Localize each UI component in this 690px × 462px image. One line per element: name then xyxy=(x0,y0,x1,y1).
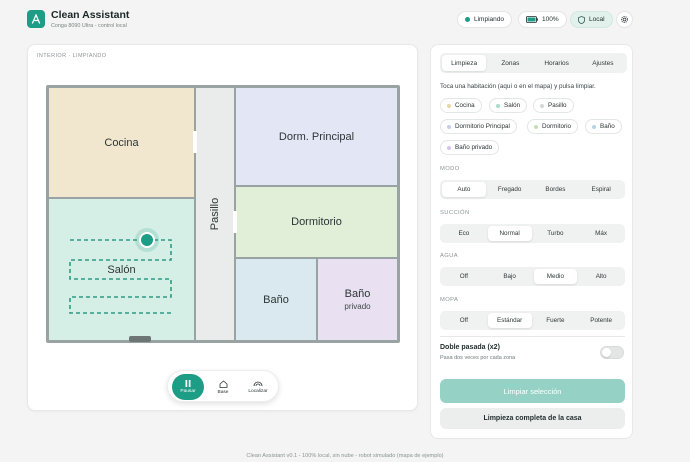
tab-limpieza[interactable]: Limpieza xyxy=(442,55,487,71)
map-card: INTERIOR · LIMPIANDO Cocina Salón Pasill… xyxy=(27,44,418,411)
room-chip-label: Pasillo xyxy=(548,102,567,109)
pause-button[interactable]: Pausar xyxy=(172,374,204,400)
base-label: Base xyxy=(217,389,229,395)
room-color-swatch xyxy=(447,124,451,129)
mopa-estandar[interactable]: Estándar xyxy=(487,313,532,328)
control-panel: Limpieza Zonas Horarios Ajustes Toca una… xyxy=(430,44,633,439)
agua-medio[interactable]: Medio xyxy=(533,269,578,284)
mopa-selector: Off Estándar Fuerte Potente xyxy=(440,311,625,330)
room-chip-label: Baño xyxy=(600,123,615,130)
panel-tabs: Limpieza Zonas Horarios Ajustes xyxy=(440,53,627,73)
room-color-swatch xyxy=(540,103,544,108)
double-pass-subtitle: Pasa dos veces por cada zona xyxy=(440,355,516,361)
modo-espiral[interactable]: Espiral xyxy=(579,182,623,197)
clean-all-button[interactable]: Limpieza completa de la casa xyxy=(440,408,625,429)
dock-icon xyxy=(129,336,151,342)
status-badge: Limpiando xyxy=(457,11,512,28)
modo-auto[interactable]: Auto xyxy=(442,182,486,197)
room-chip-cocina[interactable]: Cocina xyxy=(440,98,482,113)
battery-icon xyxy=(526,16,538,23)
mopa-off[interactable]: Off xyxy=(442,313,486,328)
room-chip-dorm-principal[interactable]: Dormitorio Principal xyxy=(440,119,517,134)
toggle-knob xyxy=(602,348,611,357)
pause-label: Pausar xyxy=(180,389,196,394)
battery-label: 100% xyxy=(542,16,559,23)
mopa-potente[interactable]: Potente xyxy=(579,313,623,328)
succion-normal[interactable]: Normal xyxy=(487,226,532,241)
settings-button[interactable] xyxy=(616,11,633,28)
map-breadcrumb: INTERIOR · LIMPIANDO xyxy=(37,53,107,59)
status-dot-icon xyxy=(465,17,470,22)
room-color-swatch xyxy=(534,124,538,129)
clean-selection-button[interactable]: Limpiar selección xyxy=(440,379,625,403)
mopa-label: MOPA xyxy=(440,297,459,303)
tab-zonas[interactable]: Zonas xyxy=(488,55,532,71)
tab-ajustes[interactable]: Ajustes xyxy=(581,55,625,71)
agua-alto[interactable]: Alto xyxy=(579,269,623,284)
succion-eco[interactable]: Eco xyxy=(442,226,486,241)
room-chip-bano-privado[interactable]: Baño privado xyxy=(440,140,500,155)
room-select-hint: Toca una habitación (aquí o en el mapa) … xyxy=(440,83,596,90)
modo-fregado[interactable]: Fregado xyxy=(488,182,532,197)
footer-text: Clean Assistant v0.1 - 100% local, sin n… xyxy=(246,453,444,459)
room-color-swatch xyxy=(496,103,500,108)
succion-selector: Eco Normal Turbo Máx xyxy=(440,224,625,243)
pause-icon xyxy=(185,380,191,387)
floor-plan: Cocina Salón Pasillo Dorm. Principal Dor… xyxy=(46,85,400,343)
locate-label: Localizar xyxy=(248,389,268,394)
base-button[interactable]: Base xyxy=(207,374,239,400)
battery-badge: 100% xyxy=(518,11,567,28)
home-icon xyxy=(219,379,227,388)
app-logo xyxy=(27,10,45,28)
locate-button[interactable]: Localizar xyxy=(242,374,274,400)
room-chip-pasillo[interactable]: Pasillo xyxy=(533,98,574,113)
signal-icon xyxy=(253,381,263,387)
tab-horarios[interactable]: Horarios xyxy=(535,55,579,71)
room-chip-label: Dormitorio Principal xyxy=(455,123,510,130)
agua-off[interactable]: Off xyxy=(442,269,486,284)
succion-max[interactable]: Máx xyxy=(579,226,623,241)
divider xyxy=(440,336,625,337)
shield-icon xyxy=(578,15,585,24)
local-mode-badge: Local xyxy=(570,11,613,28)
robot-icon xyxy=(135,228,159,252)
mode-label: Local xyxy=(589,16,605,23)
room-chip-label: Dormitorio xyxy=(542,123,572,130)
app-title: Clean Assistant xyxy=(51,9,130,21)
agua-label: AGUA xyxy=(440,253,459,259)
agua-selector: Off Bajo Medio Alto xyxy=(440,267,625,286)
room-chip-salon[interactable]: Salón xyxy=(489,98,528,113)
double-pass-title: Doble pasada (x2) xyxy=(440,344,500,351)
app-subtitle: Conga 8090 Ultra - control local xyxy=(51,23,127,29)
room-chip-label: Cocina xyxy=(455,102,475,109)
gear-icon xyxy=(621,16,628,23)
status-label: Limpiando xyxy=(474,16,504,23)
succion-label: SUCCIÓN xyxy=(440,210,470,216)
room-chip-label: Salón xyxy=(504,102,521,109)
room-chip-dormitorio[interactable]: Dormitorio xyxy=(527,119,579,134)
modo-bordes[interactable]: Bordes xyxy=(534,182,578,197)
robot-controls: Pausar Base Localizar xyxy=(167,370,279,402)
double-pass-toggle[interactable] xyxy=(600,346,624,359)
modo-selector: Auto Fregado Bordes Espiral xyxy=(440,180,625,199)
agua-bajo[interactable]: Bajo xyxy=(488,269,532,284)
succion-turbo[interactable]: Turbo xyxy=(534,226,578,241)
room-color-swatch xyxy=(447,103,451,108)
mopa-fuerte[interactable]: Fuerte xyxy=(534,313,578,328)
room-color-swatch xyxy=(592,124,596,129)
room-color-swatch xyxy=(447,145,451,150)
room-chip-label: Baño privado xyxy=(455,144,493,151)
modo-label: MODO xyxy=(440,166,460,172)
room-chip-bano[interactable]: Baño xyxy=(585,119,622,134)
